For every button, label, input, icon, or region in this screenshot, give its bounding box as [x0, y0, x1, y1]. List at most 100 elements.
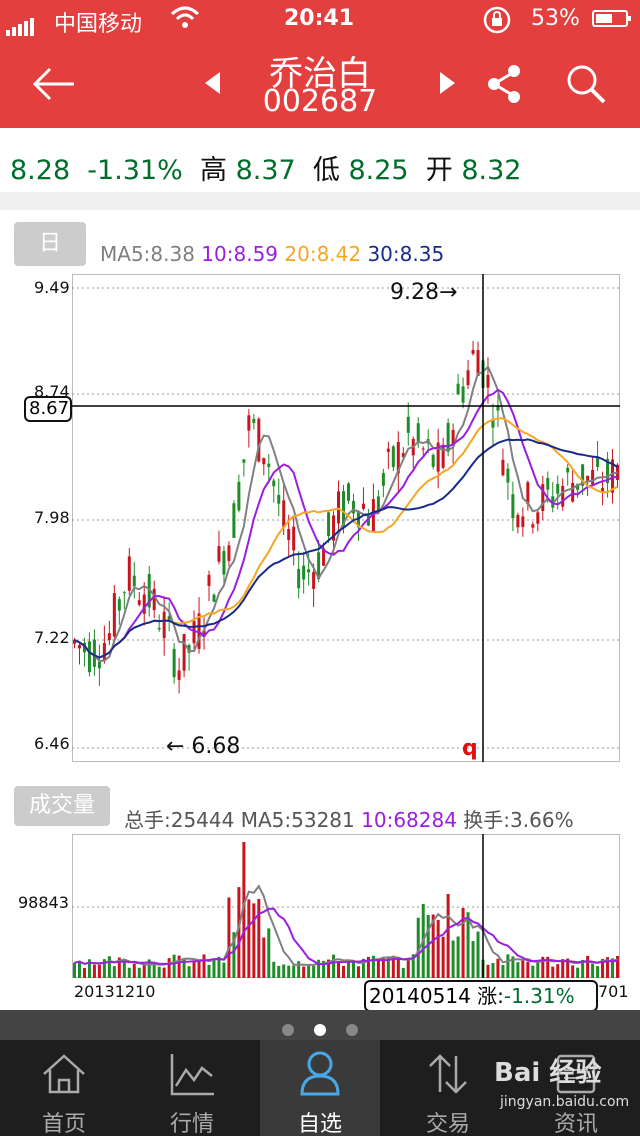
volume-bar: [267, 928, 271, 978]
candle-body: [511, 494, 515, 519]
page-dot[interactable]: [282, 1023, 294, 1036]
watermark-logo: Bai 经验: [494, 1058, 602, 1088]
volume-bar: [586, 955, 590, 978]
quote-line: 8.28 -1.31% 高 8.37 低 8.25 开 8.32: [10, 148, 521, 187]
turnover-rate: 换手:3.66%: [463, 808, 574, 832]
candle-body: [596, 458, 600, 467]
candle-body: [177, 670, 181, 680]
nav-home[interactable]: 首页: [0, 1040, 128, 1137]
volume-bar: [491, 963, 495, 978]
candle-body: [506, 468, 510, 483]
candle-body: [267, 463, 271, 467]
candle-body: [132, 575, 136, 587]
candle-body: [77, 645, 81, 649]
period-high-marker: 9.28→: [390, 280, 458, 305]
period-tab-day[interactable]: 日: [14, 222, 86, 266]
volume-bar: [526, 961, 530, 978]
volume-bar: [247, 899, 251, 978]
volume-bar: [536, 960, 540, 978]
candle-body: [421, 448, 425, 450]
volume-bar: [157, 966, 161, 978]
battery-icon: [592, 10, 631, 27]
cursor-change: -1.31%: [503, 984, 575, 1008]
nav-market-label: 行情: [169, 1112, 214, 1137]
volume-bar: [272, 961, 276, 978]
high-value: 8.37: [235, 155, 296, 186]
candle-body: [87, 641, 91, 673]
volume-tab[interactable]: 成交量: [14, 786, 110, 826]
search-icon[interactable]: [564, 62, 608, 106]
candle-body: [307, 569, 311, 573]
signal-icon: [6, 11, 36, 36]
volume-chart[interactable]: [72, 834, 620, 978]
nav-watchlist-label: 自选: [297, 1112, 342, 1137]
bottom-nav: 首页 行情 自选 交易 资讯 Bai 经验 jingyan.baidu.com: [0, 1040, 640, 1137]
cursor-date: 20140514: [369, 984, 471, 1008]
page-dot[interactable]: [346, 1023, 358, 1036]
volume-bar: [337, 960, 341, 978]
volume-bar: [531, 965, 535, 978]
volume-bar: [441, 936, 445, 978]
kline-y-tick: 7.22: [34, 628, 70, 647]
open-label: 开: [425, 155, 453, 186]
candle-body: [391, 446, 395, 468]
candle-body: [282, 500, 286, 528]
candle-body: [571, 482, 575, 502]
volume-bar: [332, 954, 336, 978]
ma5-value: MA5:8.38: [100, 242, 195, 266]
candle-body: [456, 383, 460, 395]
candle-body: [222, 551, 226, 575]
candle-body: [461, 386, 465, 403]
candle-body: [127, 556, 131, 591]
volume-bar: [132, 963, 136, 978]
volume-bar: [342, 965, 346, 978]
candle-body: [546, 477, 550, 490]
page-dot-active[interactable]: [314, 1023, 326, 1036]
candle-body: [162, 611, 166, 639]
volume-y-tick: 98843: [18, 893, 69, 912]
nav-trade-label: 交易: [425, 1112, 470, 1137]
candle-body: [287, 529, 291, 540]
volume-bar: [152, 964, 156, 978]
period-low-marker: ← 6.68: [166, 734, 241, 759]
candle-body: [302, 565, 306, 580]
candle-body: [242, 459, 246, 463]
share-icon[interactable]: [484, 62, 524, 106]
clock: 20:41: [284, 6, 355, 31]
crosshair-price-badge: 8.67: [24, 396, 72, 422]
volume-bar: [476, 931, 480, 978]
volume-bar: [77, 960, 81, 978]
volume-bar: [112, 966, 116, 978]
volume-bar: [97, 964, 101, 978]
volume-bar: [282, 964, 286, 978]
volume-bar: [356, 966, 360, 978]
candle-body: [501, 459, 505, 476]
kline-y-tick: 6.46: [34, 734, 70, 753]
volume-bar: [142, 964, 146, 978]
candle-body: [252, 418, 256, 423]
nav-news-label: 资讯: [553, 1112, 598, 1137]
back-arrow-icon[interactable]: [30, 60, 78, 108]
candle-body: [292, 526, 296, 551]
nav-trade[interactable]: 交易: [384, 1040, 512, 1137]
nav-watchlist[interactable]: 自选: [260, 1040, 380, 1137]
volume-bar: [401, 967, 405, 978]
candlestick-chart[interactable]: [72, 274, 620, 762]
volume-bar: [376, 958, 380, 978]
low-label: 低: [312, 155, 340, 186]
volume-bar: [446, 894, 450, 978]
candle-body: [521, 516, 525, 528]
end-date: 701: [598, 982, 629, 1001]
volume-bar: [486, 964, 490, 978]
ma30-value: 30:8.35: [367, 242, 445, 266]
prev-stock-arrow-icon[interactable]: [205, 72, 220, 94]
candle-body: [416, 423, 420, 442]
candle-body: [531, 524, 535, 528]
volume-bar: [262, 937, 266, 978]
next-stock-arrow-icon[interactable]: [440, 72, 455, 94]
volume-bar: [521, 959, 525, 978]
candle-body: [262, 458, 266, 465]
nav-market[interactable]: 行情: [128, 1040, 256, 1137]
candle-body: [406, 416, 410, 433]
volume-bar: [127, 967, 131, 978]
